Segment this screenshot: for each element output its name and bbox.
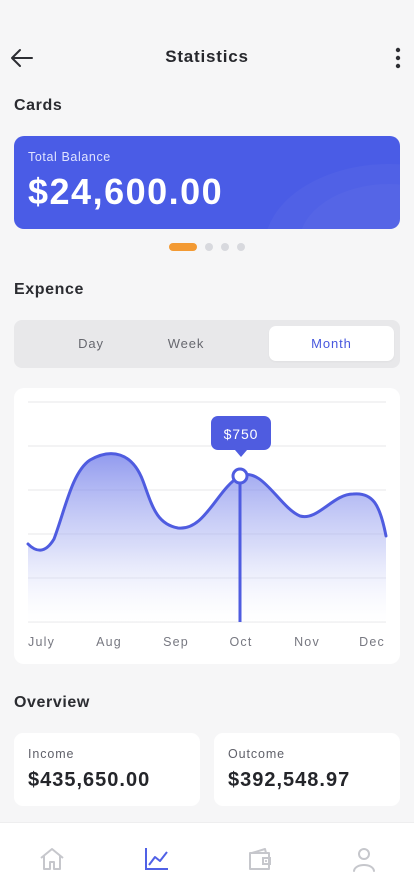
more-options-button[interactable]: [392, 45, 404, 71]
pager-dot[interactable]: [237, 243, 245, 251]
nav-home[interactable]: [37, 844, 67, 874]
nav-profile[interactable]: [349, 844, 379, 874]
balance-label: Total Balance: [28, 150, 111, 164]
tab-month[interactable]: Month: [269, 326, 394, 361]
pager-dot[interactable]: [205, 243, 213, 251]
x-tick-label: Dec: [359, 635, 385, 649]
income-label: Income: [28, 747, 75, 761]
income-card[interactable]: Income $435,650.00: [14, 733, 200, 806]
pager-dot-active[interactable]: [169, 243, 197, 251]
x-tick-label: Aug: [96, 635, 122, 649]
bottom-navigation: [0, 822, 414, 896]
tab-week[interactable]: Week: [146, 326, 226, 361]
card-pager: [169, 243, 259, 251]
home-icon: [40, 848, 64, 870]
tab-day[interactable]: Day: [52, 326, 130, 361]
value-tooltip: $750: [211, 416, 271, 457]
nav-statistics[interactable]: [142, 844, 172, 874]
expense-area-chart: $750 July Aug Sep Oct Nov Dec: [26, 401, 388, 649]
cards-section-title: Cards: [14, 97, 63, 114]
x-tick-label: Oct: [229, 635, 252, 649]
statistics-screen: Statistics Cards Total Balance $24,600.0…: [0, 0, 414, 896]
expense-chart-card: $750 July Aug Sep Oct Nov Dec: [14, 388, 400, 664]
pager-dot[interactable]: [221, 243, 229, 251]
outcome-card[interactable]: Outcome $392,548.97: [214, 733, 400, 806]
selected-data-point[interactable]: [231, 467, 249, 485]
period-tabs: Day Week Month: [14, 320, 400, 368]
x-tick-label: Nov: [294, 635, 320, 649]
balance-card[interactable]: Total Balance $24,600.00: [14, 136, 400, 229]
wallet-icon: [249, 848, 271, 870]
profile-icon: [353, 848, 375, 872]
nav-wallet[interactable]: [245, 844, 275, 874]
chart-icon: [145, 848, 168, 870]
expense-section-title: Expence: [14, 281, 85, 298]
overview-section-title: Overview: [14, 694, 90, 711]
page-title: Statistics: [165, 47, 249, 66]
balance-value: $24,600.00: [28, 171, 224, 212]
x-axis-labels: July Aug Sep Oct Nov Dec: [28, 635, 385, 649]
outcome-value: $392,548.97: [228, 769, 351, 791]
income-value: $435,650.00: [28, 769, 151, 791]
expense-area: [28, 453, 386, 622]
tooltip-value: $750: [224, 426, 259, 442]
x-tick-label: July: [28, 635, 55, 649]
x-tick-label: Sep: [163, 635, 189, 649]
tooltip-pointer: [235, 450, 247, 457]
outcome-label: Outcome: [228, 747, 286, 761]
more-vertical-icon: [395, 47, 401, 69]
